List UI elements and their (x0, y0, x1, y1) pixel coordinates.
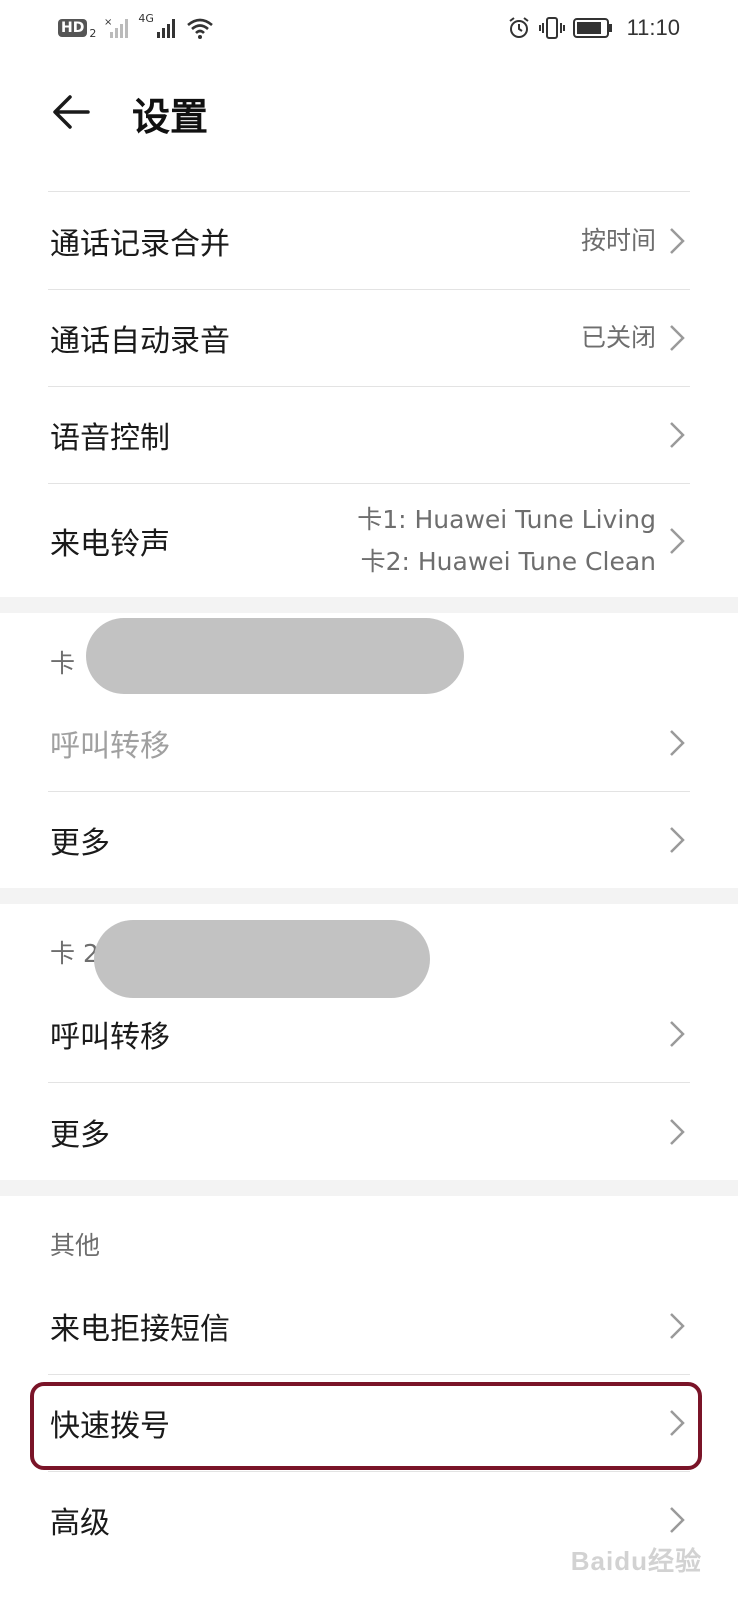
status-left: HD 2 × 4G (58, 12, 214, 40)
row-label: 来电拒接短信 (50, 1312, 230, 1347)
voice-control-row[interactable]: 语音控制 (0, 387, 738, 483)
signal-icon (156, 19, 175, 38)
row-label: 更多 (50, 1117, 110, 1153)
ringtone-card2: 卡2: Huawei Tune Clean (360, 546, 656, 576)
svg-text:×: × (104, 17, 112, 28)
section-gap (0, 597, 738, 613)
app-header: 设置 (0, 64, 738, 160)
section-gap (0, 1180, 738, 1196)
card1-section-title: 卡 (50, 649, 76, 678)
chevron-right-icon (670, 1507, 685, 1533)
chevron-right-icon (670, 422, 685, 448)
no-signal-icon: × (104, 17, 129, 38)
chevron-right-icon (670, 827, 685, 853)
reject-sms-row[interactable]: 来电拒接短信 (0, 1278, 738, 1374)
chevron-right-icon (670, 527, 685, 554)
row-label: 呼叫转移 (50, 729, 170, 764)
chevron-right-icon (670, 730, 685, 756)
chevron-right-icon (670, 227, 685, 254)
status-right: 11:10 (507, 15, 680, 41)
clock: 11:10 (626, 15, 680, 40)
baidu-watermark: Baidu经验 (570, 1546, 702, 1576)
card2-call-forwarding-row[interactable]: 呼叫转移 (0, 986, 738, 1082)
row-label: 呼叫转移 (50, 1020, 170, 1055)
row-label: 高级 (50, 1506, 110, 1541)
speed-dial-highlight-box (30, 1382, 702, 1470)
back-arrow-icon[interactable] (48, 88, 96, 136)
chevron-right-icon (670, 1021, 685, 1047)
card1-call-forwarding-row[interactable]: 呼叫转移 (0, 695, 738, 791)
wifi-icon (187, 18, 213, 39)
row-label: 通话记录合并 (50, 226, 230, 262)
section-gap (0, 888, 738, 904)
ringtone-card1: 卡1: Huawei Tune Living (357, 504, 656, 534)
row-label: 通话自动录音 (50, 324, 230, 359)
card2-section-title: 卡 2 (50, 939, 99, 968)
auto-record-row[interactable]: 通话自动录音 已关闭 (0, 290, 738, 386)
alarm-icon (508, 17, 529, 38)
redaction-blob (86, 618, 464, 694)
chevron-right-icon (670, 1313, 685, 1339)
chevron-right-icon (670, 1118, 685, 1145)
card2-more-row[interactable]: 更多 (0, 1083, 738, 1180)
status-bar: HD 2 × 4G 11:10 (0, 0, 738, 56)
hd-voice-badge: HD (58, 19, 88, 37)
row-label: 来电铃声 (50, 526, 170, 562)
vibrate-icon (538, 17, 565, 39)
other-section-title: 其他 (50, 1231, 101, 1260)
call-log-merge-row[interactable]: 通话记录合并 按时间 (0, 192, 738, 289)
row-label: 语音控制 (50, 421, 170, 456)
row-label: 更多 (50, 826, 110, 861)
battery-icon (572, 18, 612, 38)
row-value: 按时间 (580, 225, 656, 255)
page-title: 设置 (132, 95, 209, 139)
chevron-right-icon (670, 325, 685, 351)
card1-more-row[interactable]: 更多 (0, 792, 738, 888)
ringtone-values: 卡1: Huawei Tune Living 卡2: Huawei Tune C… (357, 499, 656, 583)
ringtone-row[interactable]: 来电铃声 卡1: Huawei Tune Living 卡2: Huawei T… (0, 484, 738, 597)
hd-sub-label: 2 (89, 27, 97, 40)
network-type-label: 4G (138, 12, 154, 25)
row-value: 已关闭 (580, 323, 656, 352)
